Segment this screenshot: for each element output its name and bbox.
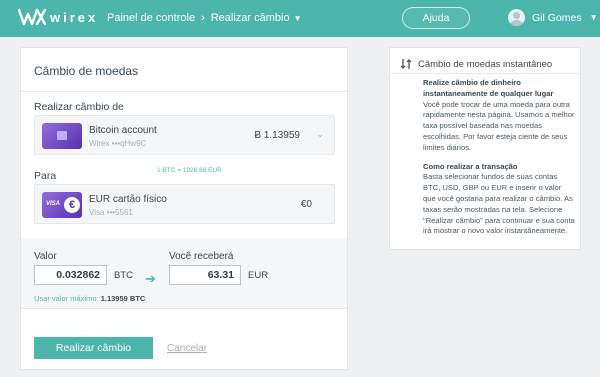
receive-currency: EUR xyxy=(248,270,269,281)
receive-input[interactable] xyxy=(169,265,241,285)
euro-icon: € xyxy=(64,197,80,213)
page-title: Câmbio de moedas xyxy=(34,64,139,78)
card-chip-icon xyxy=(57,131,67,140)
user-name: Gil Gomes xyxy=(532,11,582,24)
breadcrumb-exchange[interactable]: Realizar câmbio xyxy=(211,12,290,24)
chevron-down-icon[interactable]: ⌄ xyxy=(316,129,324,140)
breadcrumb: Painel de controle › Realizar câmbio ▼ xyxy=(107,12,302,24)
wirex-logo[interactable]: wirex xyxy=(18,8,98,26)
from-account-selector[interactable]: Bitcoin account Wirex •••qHw9C Ƀ 1.13959… xyxy=(34,115,335,155)
amount-currency: BTC xyxy=(114,270,133,281)
chevron-down-icon[interactable]: ▼ xyxy=(294,14,302,23)
use-max-value[interactable]: Usar valor máximo: 1.13959 BTC xyxy=(34,294,145,303)
from-label: Realizar câmbio de xyxy=(34,101,124,113)
info-body: Realize câmbio de dinheiro instantaneame… xyxy=(423,78,575,237)
logo-text: wirex xyxy=(50,9,99,25)
arrow-right-icon: ➔ xyxy=(145,271,156,286)
visa-card-icon: VISA € xyxy=(42,192,82,218)
user-menu[interactable]: Gil Gomes ▼ xyxy=(508,9,598,26)
divider xyxy=(390,73,582,74)
info-heading-1: Realize câmbio de dinheiro instantaneame… xyxy=(423,78,554,98)
amount-input[interactable] xyxy=(34,265,107,285)
exchange-rate: 1 BTC = 1926.68 EUR xyxy=(157,167,222,174)
avatar xyxy=(508,9,525,26)
breadcrumb-separator-icon: › xyxy=(201,12,205,24)
info-panel: Câmbio de moedas instantâneo Realize câm… xyxy=(389,47,582,250)
receive-label: Você receberá xyxy=(169,251,234,262)
info-heading-2: Como realizar a transação xyxy=(423,161,518,171)
chevron-down-icon[interactable]: ▼ xyxy=(590,13,598,22)
max-value: 1.13959 BTC xyxy=(100,294,146,303)
to-label: Para xyxy=(34,170,57,182)
info-text-1: Você pode trocar de uma moeda para outra… xyxy=(423,99,575,152)
amount-label: Valor xyxy=(34,251,57,262)
to-account-name: EUR cartão físico xyxy=(89,194,167,205)
bitcoin-card-icon xyxy=(42,123,82,149)
info-header: Câmbio de moedas instantâneo xyxy=(400,58,552,70)
top-navigation-bar: wirex Painel de controle › Realizar câmb… xyxy=(0,0,600,37)
submit-exchange-button[interactable]: Realizar câmbio xyxy=(34,337,153,359)
to-account-selector[interactable]: VISA € EUR cartão físico Visa •••5561 €0 xyxy=(34,184,335,224)
visa-logo-icon: VISA xyxy=(46,201,61,207)
exchange-arrows-icon xyxy=(400,59,412,69)
from-account-balance: Ƀ 1.13959 xyxy=(254,130,300,141)
from-account-number: Wirex •••qHw9C xyxy=(89,139,147,148)
from-account-name: Bitcoin account xyxy=(89,125,157,136)
divider xyxy=(21,308,347,309)
cancel-link[interactable]: Cancelar xyxy=(167,343,207,354)
to-account-number: Visa •••5561 xyxy=(89,208,133,217)
to-account-balance: €0 xyxy=(300,199,312,210)
exchange-card: Câmbio de moedas Realizar câmbio de Bitc… xyxy=(20,47,349,370)
help-button[interactable]: Ajuda xyxy=(402,7,470,29)
wirex-logo-icon xyxy=(18,8,46,26)
use-max-link[interactable]: Usar valor máximo: xyxy=(34,294,99,303)
divider xyxy=(21,91,349,92)
breadcrumb-dashboard[interactable]: Painel de controle xyxy=(107,12,195,24)
info-text-2: Basta selecionar fundos de suas contas B… xyxy=(423,172,575,236)
info-title: Câmbio de moedas instantâneo xyxy=(418,58,553,70)
